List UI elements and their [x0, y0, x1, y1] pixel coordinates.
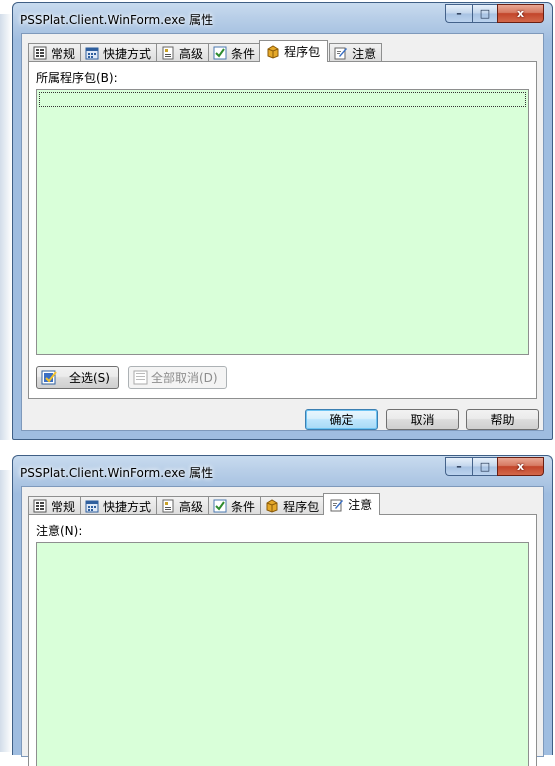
title-bar[interactable]: PSSPlat.Client.WinForm.exe 属性 – □ x	[13, 3, 552, 33]
general-icon	[33, 499, 47, 513]
tab-label: 高级	[179, 499, 204, 514]
tab-label: 程序包	[284, 45, 321, 59]
help-button[interactable]: 帮助	[466, 409, 539, 430]
tab-package[interactable]: 程序包	[259, 40, 329, 62]
dialog-client-area: 常规 快捷方式 高级 条件	[21, 486, 544, 766]
minimize-button[interactable]: –	[445, 4, 472, 23]
dialog-client-area: 常规 快捷方式 高级 条件	[21, 33, 544, 431]
maximize-icon: □	[479, 460, 491, 473]
tab-shortcut[interactable]: 快捷方式	[80, 496, 158, 515]
tab-label: 快捷方式	[103, 46, 152, 61]
properties-dialog-packages: PSSPlat.Client.WinForm.exe 属性 – □ x 常规 快…	[12, 2, 553, 440]
package-list-label: 所属程序包(B):	[36, 71, 118, 85]
tab-shortcut[interactable]: 快捷方式	[80, 43, 158, 62]
ok-label: 确定	[329, 413, 354, 427]
note-icon	[334, 46, 348, 60]
tab-label: 常规	[51, 499, 76, 514]
tab-advanced[interactable]: 高级	[156, 43, 210, 62]
maximize-button[interactable]: □	[472, 457, 497, 476]
tab-note[interactable]: 注意	[329, 43, 383, 62]
deselect-all-button[interactable]: 全部取消(D)	[128, 366, 227, 389]
conditions-icon	[213, 499, 227, 513]
tab-strip: 常规 快捷方式 高级 条件 程序包 注意	[28, 493, 537, 515]
properties-dialog-note: PSSPlat.Client.WinForm.exe 属性 – □ x 常规 快…	[12, 455, 553, 766]
package-tab-panel: 所属程序包(B): 全选(S) 全部取消(D)	[28, 61, 537, 399]
window-title: PSSPlat.Client.WinForm.exe 属性	[20, 13, 214, 27]
select-all-label: 全选(S)	[69, 371, 110, 385]
advanced-icon	[161, 499, 175, 513]
tab-label: 高级	[179, 46, 204, 61]
tab-advanced[interactable]: 高级	[156, 496, 210, 515]
package-icon	[266, 44, 280, 59]
tab-conditions[interactable]: 条件	[208, 43, 262, 62]
maximize-button[interactable]: □	[472, 4, 497, 23]
ok-button[interactable]: 确定	[305, 409, 378, 430]
tab-package[interactable]: 程序包	[260, 496, 326, 515]
select-all-icon	[41, 370, 57, 386]
background-window-edge	[0, 470, 12, 752]
tab-general[interactable]: 常规	[28, 496, 82, 515]
conditions-icon	[213, 46, 227, 60]
advanced-icon	[161, 46, 175, 60]
tab-conditions[interactable]: 条件	[208, 496, 262, 515]
caption-buttons: – □ x	[445, 4, 544, 24]
tab-general[interactable]: 常规	[28, 43, 82, 62]
tab-label: 常规	[51, 46, 76, 61]
tab-label: 程序包	[283, 499, 320, 514]
select-all-button[interactable]: 全选(S)	[36, 366, 119, 389]
tab-label: 条件	[231, 46, 256, 61]
list-item[interactable]	[39, 92, 526, 107]
cancel-label: 取消	[410, 413, 435, 427]
deselect-all-icon	[133, 370, 149, 386]
dialog-button-row: 确定 取消 帮助	[20, 409, 543, 433]
window-title: PSSPlat.Client.WinForm.exe 属性	[20, 466, 214, 480]
note-label: 注意(N):	[36, 524, 83, 538]
background-window-edge	[0, 14, 12, 440]
close-button[interactable]: x	[497, 457, 544, 476]
package-list[interactable]	[36, 89, 529, 355]
minimize-icon: –	[456, 460, 462, 473]
shortcut-icon	[85, 499, 99, 513]
tab-label: 快捷方式	[103, 499, 152, 514]
minimize-icon: –	[456, 7, 462, 20]
minimize-button[interactable]: –	[445, 457, 472, 476]
tab-label: 条件	[231, 499, 256, 514]
close-button[interactable]: x	[497, 4, 544, 23]
package-icon	[265, 499, 279, 513]
tab-label: 注意	[348, 498, 373, 512]
close-icon: x	[516, 460, 525, 473]
tab-note[interactable]: 注意	[323, 493, 381, 515]
tab-label: 注意	[352, 46, 377, 61]
deselect-all-label: 全部取消(D)	[151, 371, 218, 385]
maximize-icon: □	[479, 7, 491, 20]
close-icon: x	[516, 7, 525, 20]
note-textarea[interactable]	[36, 542, 529, 766]
tab-strip: 常规 快捷方式 高级 条件 程序包 注意	[28, 40, 537, 62]
cancel-button[interactable]: 取消	[386, 409, 459, 430]
note-icon	[330, 498, 344, 512]
general-icon	[33, 46, 47, 60]
caption-buttons: – □ x	[445, 457, 544, 477]
note-tab-panel: 注意(N):	[28, 514, 537, 766]
shortcut-icon	[85, 46, 99, 60]
help-label: 帮助	[490, 413, 515, 427]
title-bar[interactable]: PSSPlat.Client.WinForm.exe 属性 – □ x	[13, 456, 552, 486]
